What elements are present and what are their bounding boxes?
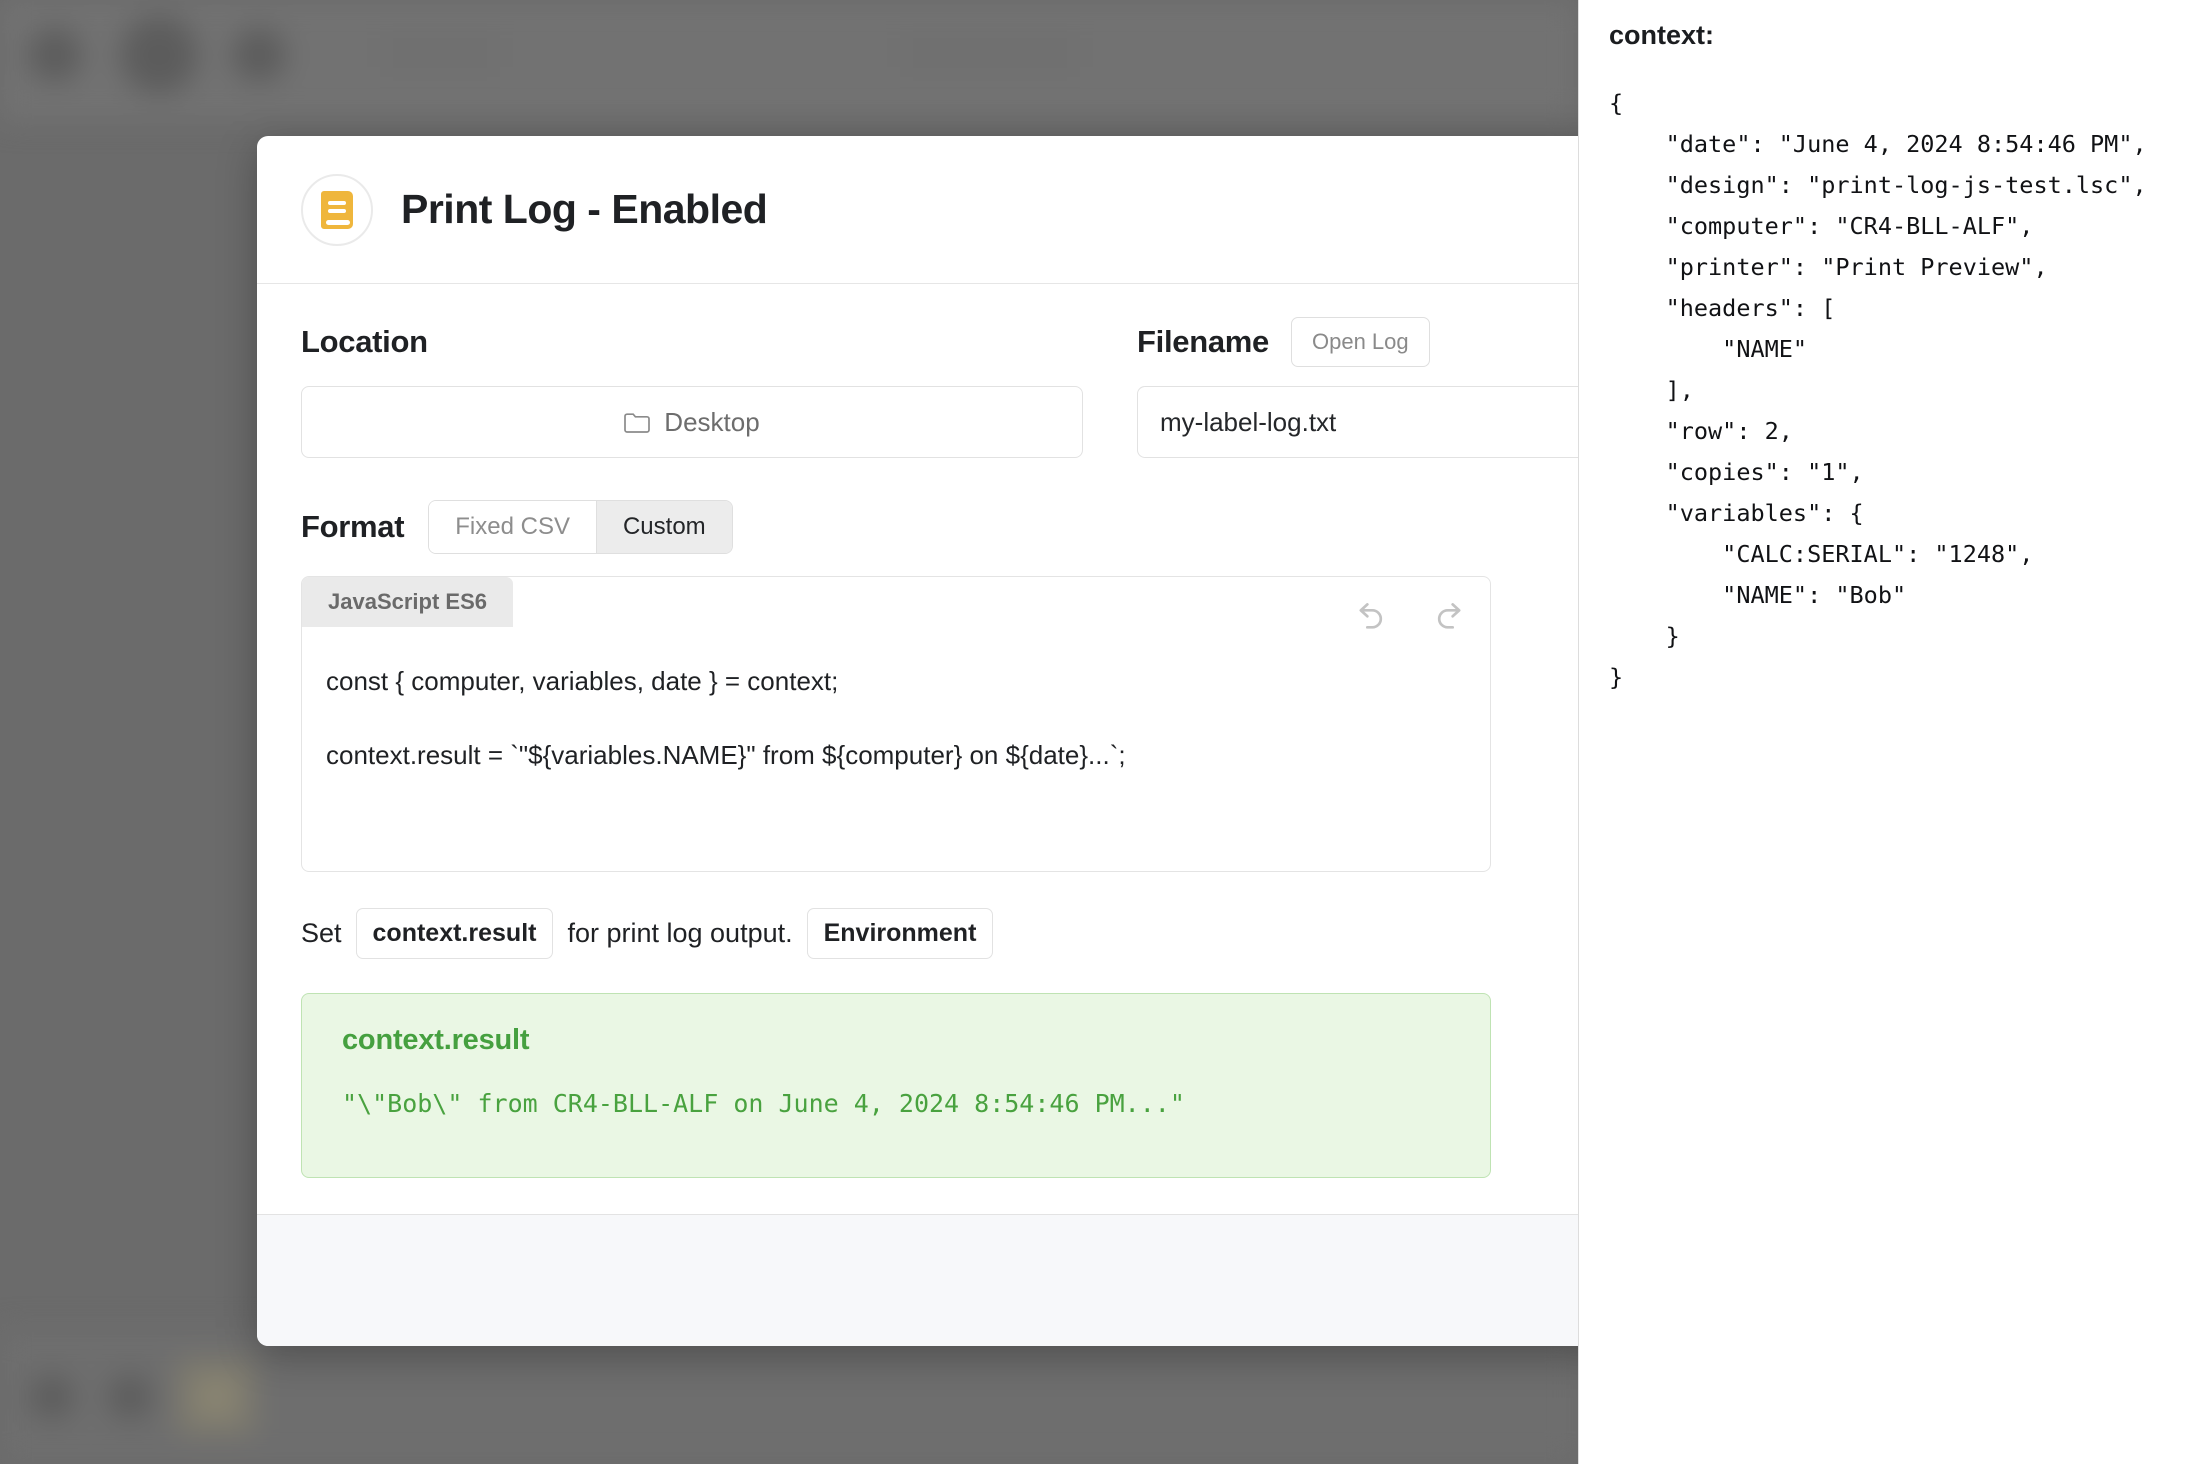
code-line: const { computer, variables, date } = co… [326, 666, 839, 696]
code-line: context.result = `"${variables.NAME}" fr… [326, 740, 1126, 770]
hint-row: Set context.result for print log output.… [301, 908, 1633, 959]
dialog-body: Location Desktop Filename Open Log my-la… [257, 284, 1677, 1299]
context-result-chip[interactable]: context.result [355, 908, 554, 959]
hint-prefix: Set [301, 918, 342, 948]
format-toggle-group: Fixed CSV Custom [428, 500, 733, 554]
location-filename-row: Location Desktop Filename Open Log my-la… [301, 314, 1677, 458]
backdrop-panel-icon [30, 1375, 74, 1419]
result-value: "\"Bob\" from CR4-BLL-ALF on June 4, 202… [342, 1089, 1185, 1118]
dialog-header: Print Log - Enabled [257, 136, 1677, 284]
environment-chip[interactable]: Environment [806, 908, 994, 959]
location-label: Location [301, 324, 428, 359]
folder-icon [624, 412, 651, 433]
context-json: { "date": "June 4, 2024 8:54:46 PM", "de… [1609, 89, 2147, 691]
code-content[interactable]: const { computer, variables, date } = co… [302, 643, 1490, 871]
location-label-row: Location [301, 314, 1083, 370]
context-panel-title: context: [1609, 20, 1715, 50]
open-log-button[interactable]: Open Log [1290, 317, 1430, 367]
result-preview-box: context.result "\"Bob\" from CR4-BLL-ALF… [301, 993, 1491, 1178]
filename-label-row: Filename Open Log [1137, 314, 1633, 370]
filename-section: Filename Open Log my-label-log.txt [1137, 314, 1677, 458]
dialog-footer [257, 1214, 1677, 1346]
format-label: Format [301, 509, 405, 544]
hint-middle: for print log output. [567, 918, 793, 948]
undo-icon[interactable] [1356, 599, 1390, 633]
filename-label: Filename [1137, 324, 1269, 359]
format-row: Format Fixed CSV Custom [301, 500, 1633, 554]
location-section: Location Desktop [301, 314, 1083, 458]
backdrop-toolbar-shape [900, 38, 1080, 68]
format-option-fixed-csv[interactable]: Fixed CSV [429, 501, 596, 553]
screen: Print Log - Enabled Location Desktop Fil… [0, 0, 2204, 1464]
page-title: Print Log - Enabled [401, 186, 768, 232]
backdrop-toolbar-shape [380, 38, 500, 68]
script-editor[interactable]: JavaScript ES6 const {computer, variabl… [301, 576, 1491, 872]
location-picker-button[interactable]: Desktop [301, 386, 1083, 458]
book-icon [301, 173, 373, 246]
backdrop-panel-icon [108, 1375, 152, 1419]
editor-actions [1356, 599, 1464, 633]
editor-language-tab[interactable]: JavaScript ES6 [302, 577, 513, 627]
backdrop-toolbar-icon [120, 16, 198, 94]
format-option-custom[interactable]: Custom [595, 501, 732, 553]
backdrop-panel-icon [194, 1375, 238, 1419]
print-log-dialog: Print Log - Enabled Location Desktop Fil… [257, 136, 1677, 1346]
backdrop-toolbar-icon [28, 28, 82, 82]
redo-icon[interactable] [1430, 599, 1464, 633]
context-panel: context: { "date": "June 4, 2024 8:54:46… [1578, 0, 2204, 1464]
backdrop-toolbar-icon [232, 28, 286, 82]
location-value: Desktop [664, 406, 760, 437]
result-title: context.result [342, 1024, 530, 1056]
